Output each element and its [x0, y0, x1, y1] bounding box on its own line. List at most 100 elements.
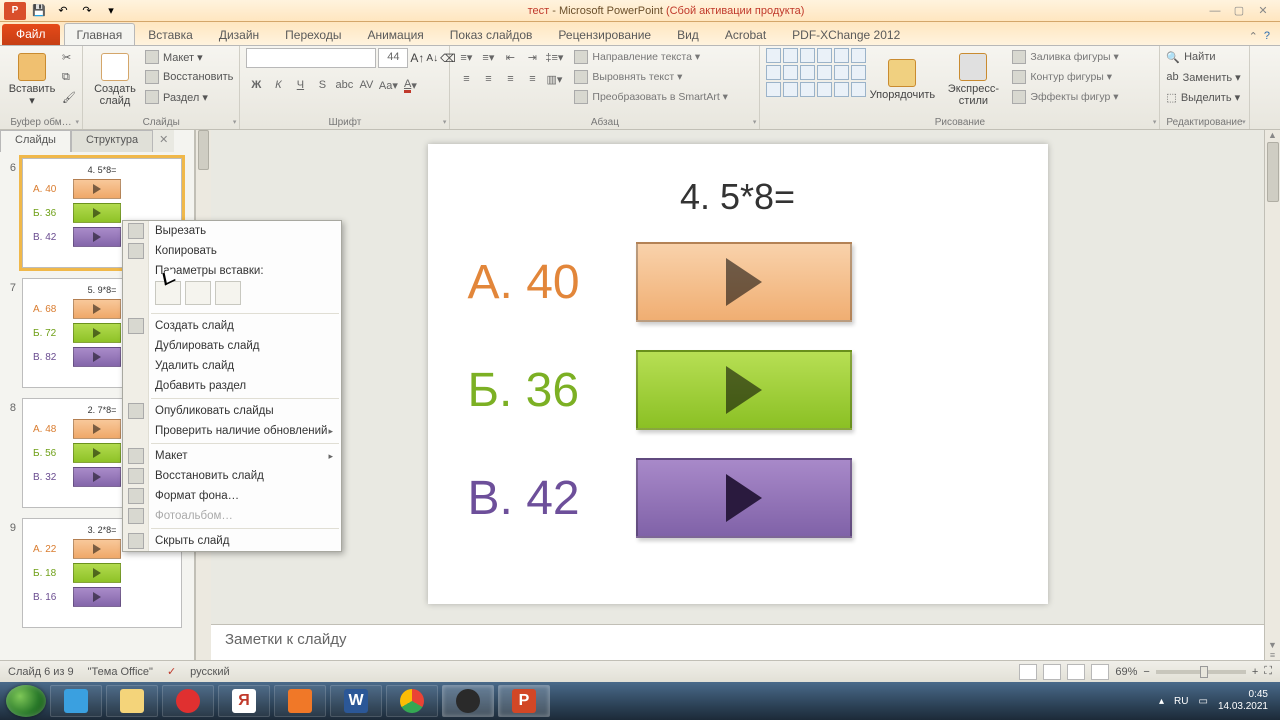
view-slideshow-icon[interactable]	[1091, 664, 1109, 680]
qat-more-icon[interactable]: ▾	[100, 2, 122, 20]
answer-a-label[interactable]: А. 40	[468, 255, 608, 310]
tab-slideshow[interactable]: Показ слайдов	[437, 23, 546, 45]
answer-c-label[interactable]: В. 42	[468, 471, 608, 526]
align-center-icon[interactable]: ≡	[478, 70, 498, 88]
task-powerpoint[interactable]: P	[498, 685, 550, 717]
task-yandex[interactable]: Я	[218, 685, 270, 717]
case-button[interactable]: Aa▾	[378, 76, 398, 94]
ctx-delete-slide[interactable]: Удалить слайд	[123, 356, 341, 376]
ctx-background[interactable]: Формат фона…	[123, 486, 341, 506]
tray-language[interactable]: RU	[1174, 696, 1188, 707]
select-button[interactable]: ⬚Выделить ▾	[1166, 88, 1240, 106]
ctx-cut[interactable]: Вырезать	[123, 221, 341, 241]
numbering-icon[interactable]: ≡▾	[478, 48, 498, 66]
font-color-button[interactable]: A▾	[400, 76, 420, 94]
pane-close-icon[interactable]: ✕	[153, 130, 174, 152]
ctx-copy[interactable]: Копировать	[123, 241, 341, 261]
tab-view[interactable]: Вид	[664, 23, 712, 45]
tab-insert[interactable]: Вставка	[135, 23, 206, 45]
grow-font-icon[interactable]: A↑	[410, 51, 424, 65]
zoom-fit-icon[interactable]: ⛶	[1264, 665, 1272, 678]
shrink-font-icon[interactable]: A↓	[426, 53, 438, 64]
align-left-icon[interactable]: ≡	[456, 70, 476, 88]
slide-canvas[interactable]: 4. 5*8= А. 40 Б. 36 В. 42	[428, 144, 1048, 604]
task-ie[interactable]	[50, 685, 102, 717]
answer-a-play-button[interactable]	[636, 242, 852, 322]
align-right-icon[interactable]: ≡	[500, 70, 520, 88]
shape-effects-button[interactable]: Эффекты фигур ▾	[1012, 88, 1118, 106]
ctx-new-slide[interactable]: Создать слайд	[123, 316, 341, 336]
task-chrome[interactable]	[386, 685, 438, 717]
task-explorer[interactable]	[106, 685, 158, 717]
tab-file[interactable]: Файл	[2, 24, 60, 45]
layout-button[interactable]: Макет ▾	[145, 48, 233, 66]
format-painter-button[interactable]: 🖌	[62, 88, 76, 106]
task-player[interactable]	[274, 685, 326, 717]
ribbon-minimize-icon[interactable]: ⌃	[1249, 30, 1258, 43]
notes-pane[interactable]: Заметки к слайду	[211, 624, 1264, 660]
shape-outline-button[interactable]: Контур фигуры ▾	[1012, 68, 1118, 86]
bold-button[interactable]: Ж	[246, 76, 266, 94]
pane-tab-outline[interactable]: Структура	[71, 130, 153, 152]
spellcheck-icon[interactable]: ✓	[167, 665, 176, 678]
view-reading-icon[interactable]	[1067, 664, 1085, 680]
line-spacing-icon[interactable]: ‡≡▾	[544, 48, 564, 66]
pane-tab-slides[interactable]: Слайды	[0, 130, 71, 152]
tab-home[interactable]: Главная	[64, 23, 136, 45]
task-word[interactable]: W	[330, 685, 382, 717]
reset-button[interactable]: Восстановить	[145, 68, 233, 86]
zoom-out-icon[interactable]: −	[1143, 666, 1149, 678]
text-direction-button[interactable]: Направление текста ▾	[574, 48, 728, 66]
tray-flag-icon[interactable]: ▭	[1198, 696, 1207, 707]
bullets-icon[interactable]: ≡▾	[456, 48, 476, 66]
copy-button[interactable]: ⧉	[62, 68, 76, 86]
paste-opt-2[interactable]	[185, 281, 211, 305]
align-justify-icon[interactable]: ≡	[522, 70, 542, 88]
align-text-button[interactable]: Выровнять текст ▾	[574, 68, 728, 86]
ctx-reset-slide[interactable]: Восстановить слайд	[123, 466, 341, 486]
tray-clock[interactable]: 0:4514.03.2021	[1218, 689, 1268, 713]
new-slide-button[interactable]: Создать слайд	[89, 48, 141, 112]
shadow-button[interactable]: abc	[334, 76, 354, 94]
minimize-icon[interactable]: —	[1206, 4, 1224, 18]
ctx-check-updates[interactable]: Проверить наличие обновлений▸	[123, 421, 341, 441]
ctx-layout[interactable]: Макет▸	[123, 446, 341, 466]
paste-button[interactable]: Вставить▾	[6, 48, 58, 112]
cut-button[interactable]: ✂	[62, 48, 76, 66]
redo-icon[interactable]: ↷	[76, 2, 98, 20]
answer-b-label[interactable]: Б. 36	[468, 363, 608, 418]
shapes-gallery[interactable]	[766, 48, 866, 97]
ctx-publish[interactable]: Опубликовать слайды	[123, 401, 341, 421]
quick-styles-button[interactable]: Экспресс-стили	[938, 48, 1008, 112]
task-opera[interactable]	[162, 685, 214, 717]
tab-animation[interactable]: Анимация	[354, 23, 436, 45]
tab-review[interactable]: Рецензирование	[545, 23, 664, 45]
close-icon[interactable]: ✕	[1254, 4, 1272, 18]
zoom-slider[interactable]	[1156, 670, 1246, 674]
question-title[interactable]: 4. 5*8=	[468, 176, 1008, 218]
status-language[interactable]: русский	[190, 666, 229, 678]
section-button[interactable]: Раздел ▾	[145, 88, 233, 106]
indent-inc-icon[interactable]: ⇥	[522, 48, 542, 66]
columns-icon[interactable]: ▥▾	[544, 70, 564, 88]
shape-fill-button[interactable]: Заливка фигуры ▾	[1012, 48, 1118, 66]
view-sorter-icon[interactable]	[1043, 664, 1061, 680]
tab-transitions[interactable]: Переходы	[272, 23, 354, 45]
answer-b-play-button[interactable]	[636, 350, 852, 430]
underline-button[interactable]: Ч	[290, 76, 310, 94]
help-icon[interactable]: ?	[1264, 30, 1270, 43]
tab-acrobat[interactable]: Acrobat	[712, 23, 779, 45]
zoom-level[interactable]: 69%	[1115, 666, 1137, 678]
view-normal-icon[interactable]	[1019, 664, 1037, 680]
undo-icon[interactable]: ↶	[52, 2, 74, 20]
zoom-in-icon[interactable]: +	[1252, 666, 1258, 678]
ctx-hide-slide[interactable]: Скрыть слайд	[123, 531, 341, 551]
tab-design[interactable]: Дизайн	[206, 23, 272, 45]
arrange-button[interactable]: Упорядочить	[870, 48, 934, 112]
start-button[interactable]	[6, 685, 46, 717]
tray-show-hidden-icon[interactable]: ▴	[1159, 696, 1164, 707]
replace-button[interactable]: abЗаменить ▾	[1166, 68, 1240, 86]
maximize-icon[interactable]: ▢	[1230, 4, 1248, 18]
strike-button[interactable]: S	[312, 76, 332, 94]
indent-dec-icon[interactable]: ⇤	[500, 48, 520, 66]
